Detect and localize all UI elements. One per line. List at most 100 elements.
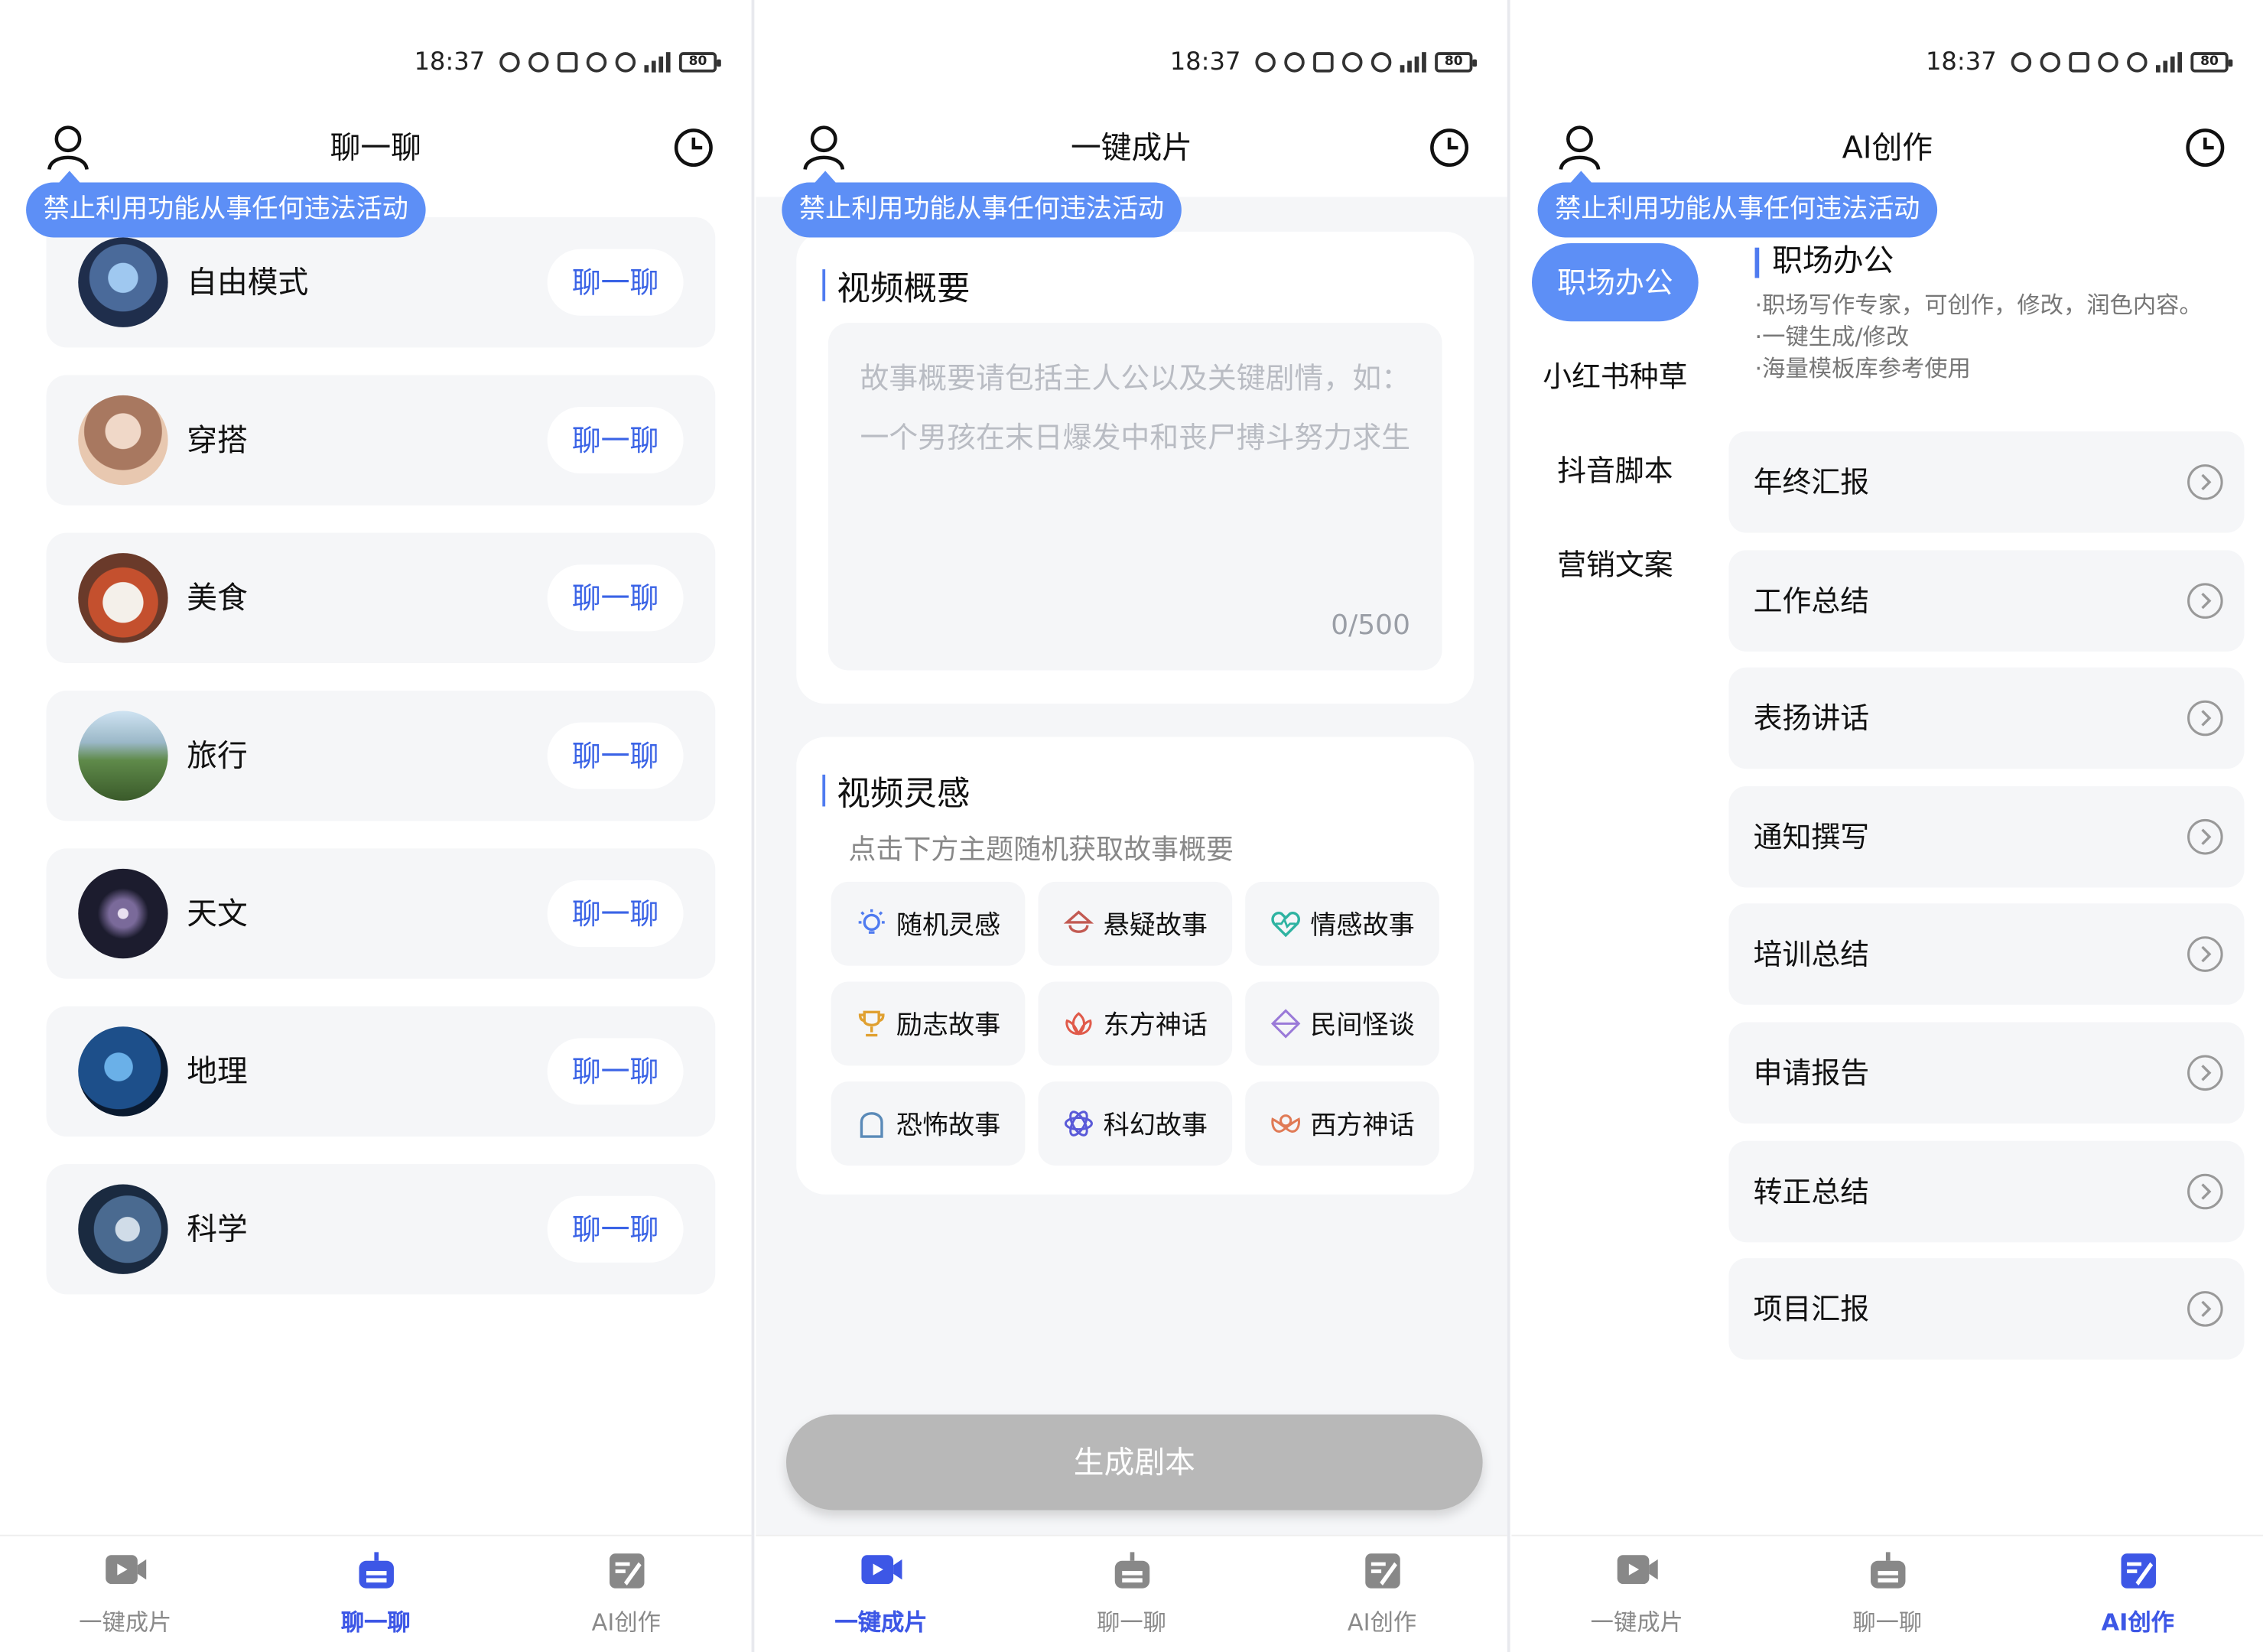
status-icons: 80	[499, 52, 721, 73]
chat-card[interactable]: 旅行 聊一聊	[46, 691, 716, 821]
status-bar: 18:37 80	[414, 41, 721, 84]
tab-one-click-video[interactable]: 一键成片	[0, 1537, 251, 1652]
tab-chat[interactable]: 聊一聊	[251, 1537, 502, 1652]
tab-label: 一键成片	[1590, 1608, 1683, 1637]
category-xiaohongshu[interactable]: 小红书种草	[1532, 337, 1699, 415]
chat-name: 穿搭	[187, 422, 248, 458]
chat-button[interactable]: 聊一聊	[547, 1038, 684, 1105]
page-header: 一键成片	[756, 119, 1507, 177]
location-icon	[1255, 52, 1276, 73]
chip-label: 随机灵感	[896, 910, 1001, 941]
tab-one-click-video[interactable]: 一键成片	[756, 1537, 1006, 1652]
location-icon	[499, 52, 520, 73]
theme-chip[interactable]: 情感故事	[1245, 881, 1439, 966]
notice-banner: 禁止利用功能从事任何违法活动	[1537, 171, 1938, 238]
battery-icon: 80	[2190, 52, 2233, 73]
angel-icon	[1271, 1114, 1300, 1133]
tab-label: AI创作	[2101, 1608, 2174, 1637]
chevron-right-icon	[2187, 581, 2224, 625]
chat-button[interactable]: 聊一聊	[547, 722, 684, 789]
alarm-icon	[586, 52, 607, 73]
chevron-right-icon	[2187, 818, 2224, 861]
history-clock-icon[interactable]	[673, 128, 714, 174]
theme-chip[interactable]: 东方神话	[1038, 981, 1233, 1066]
template-item[interactable]: 培训总结	[1728, 904, 2245, 1006]
theme-chip[interactable]: 科幻故事	[1038, 1081, 1233, 1166]
chat-button[interactable]: 聊一聊	[547, 564, 684, 632]
atom-icon	[1064, 1111, 1093, 1137]
chat-name: 美食	[187, 580, 248, 616]
eye-icon	[2040, 52, 2061, 73]
chat-card[interactable]: 美食 聊一聊	[46, 532, 716, 664]
tab-chat[interactable]: 聊一聊	[1762, 1537, 2013, 1652]
chip-label: 民间怪谈	[1310, 1010, 1415, 1042]
theme-chip[interactable]: 西方神话	[1245, 1081, 1439, 1166]
template-item[interactable]: 项目汇报	[1728, 1258, 2245, 1360]
description-title: 职场办公	[1754, 240, 2248, 281]
template-item[interactable]: 工作总结	[1728, 549, 2245, 652]
template-item[interactable]: 通知撰写	[1728, 785, 2245, 888]
chat-button[interactable]: 聊一聊	[547, 249, 684, 316]
battery-icon: 80	[678, 52, 721, 73]
history-clock-icon[interactable]	[2185, 128, 2226, 174]
status-time: 18:37	[1925, 47, 1997, 77]
chat-card[interactable]: 天文 聊一聊	[46, 848, 716, 979]
theme-chip[interactable]: 民间怪谈	[1245, 981, 1439, 1066]
chip-label: 科幻故事	[1103, 1111, 1208, 1141]
description-line: ·海量模板库参考使用	[1754, 354, 1971, 382]
bottom-tab-bar: 一键成片 聊一聊 AI创作	[0, 1534, 752, 1652]
chat-card[interactable]: 穿搭 聊一聊	[46, 375, 716, 506]
signal-icon	[644, 52, 671, 73]
video-icon	[1615, 1551, 1659, 1595]
moon-icon	[615, 52, 636, 73]
page-header: 聊一聊	[0, 119, 752, 177]
video-icon	[103, 1551, 147, 1595]
category-description: 职场办公 ·职场写作专家，可创作，修改，润色内容。 ·一键生成/修改 ·海量模板…	[1754, 240, 2248, 385]
template-item[interactable]: 表扬讲话	[1728, 668, 2245, 769]
page-title: AI创作	[1842, 130, 1933, 165]
chat-card[interactable]: 地理 聊一聊	[46, 1006, 716, 1137]
template-item[interactable]: 申请报告	[1728, 1022, 2245, 1124]
category-marketing-copy[interactable]: 营销文案	[1532, 525, 1699, 603]
tab-label: 一键成片	[79, 1608, 172, 1637]
ghost-icon	[860, 1112, 883, 1138]
chat-card[interactable]: 科学 聊一聊	[46, 1164, 716, 1295]
category-douyin-script[interactable]: 抖音脚本	[1532, 431, 1699, 509]
tab-ai-create[interactable]: AI创作	[501, 1537, 752, 1652]
template-name: 申请报告	[1753, 1055, 1870, 1091]
chat-button[interactable]: 聊一聊	[547, 406, 684, 474]
summary-input[interactable]: 故事概要请包括主人公以及关键剧情，如：一个男孩在末日爆发中和丧尸搏斗努力求生 0…	[827, 323, 1442, 671]
theme-chip[interactable]: 悬疑故事	[1038, 881, 1233, 966]
chip-label: 情感故事	[1310, 910, 1415, 941]
status-bar: 18:37 80	[1170, 41, 1478, 84]
chevron-right-icon	[2187, 1054, 2224, 1098]
panel-divider	[1507, 0, 1510, 1652]
theme-chip[interactable]: 励志故事	[831, 981, 1026, 1066]
chip-label: 东方神话	[1103, 1010, 1208, 1042]
template-name: 表扬讲话	[1753, 701, 1870, 737]
history-clock-icon[interactable]	[1429, 128, 1470, 174]
chip-label: 悬疑故事	[1103, 910, 1208, 941]
tab-ai-create[interactable]: AI创作	[1257, 1537, 1507, 1652]
theme-chip[interactable]: 随机灵感	[831, 881, 1026, 966]
chat-button[interactable]: 聊一聊	[547, 880, 684, 948]
notice-banner: 禁止利用功能从事任何违法活动	[782, 171, 1182, 238]
robot-icon	[1867, 1551, 1907, 1598]
template-item[interactable]: 转正总结	[1728, 1140, 2245, 1242]
template-item[interactable]: 年终汇报	[1728, 431, 2245, 533]
template-name: 项目汇报	[1753, 1291, 1870, 1327]
theme-chip[interactable]: 恐怖故事	[831, 1081, 1026, 1166]
panel-divider	[751, 0, 755, 1652]
moon-icon	[2127, 52, 2148, 73]
summary-title: 视频概要	[822, 261, 970, 310]
tab-one-click-video[interactable]: 一键成片	[1512, 1537, 1763, 1652]
template-name: 通知撰写	[1753, 819, 1870, 854]
tab-ai-create[interactable]: AI创作	[2013, 1537, 2263, 1652]
tab-chat[interactable]: 聊一聊	[1006, 1537, 1257, 1652]
category-list: 职场办公 小红书种草 抖音脚本 营销文案	[1532, 243, 1699, 620]
bottom-tab-bar: 一键成片 聊一聊 AI创作	[1511, 1534, 2263, 1652]
chat-button[interactable]: 聊一聊	[547, 1195, 684, 1263]
char-counter: 0/500	[1331, 609, 1410, 642]
category-office[interactable]: 职场办公	[1532, 243, 1699, 322]
generate-script-button[interactable]: 生成剧本	[786, 1414, 1483, 1511]
